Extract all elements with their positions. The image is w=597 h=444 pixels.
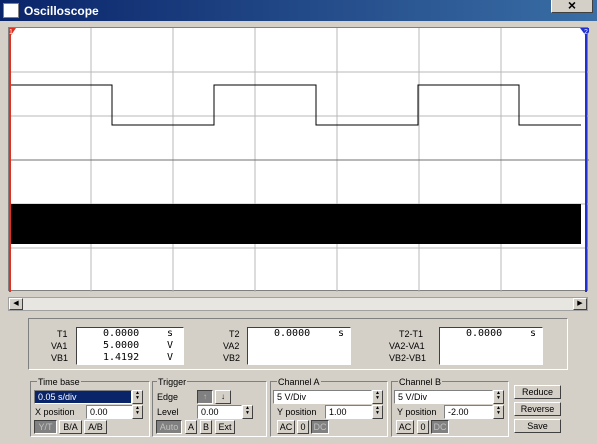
trigger-b-button[interactable]: B <box>200 420 212 434</box>
va2-va1-label: VA2-VA1 <box>389 341 425 351</box>
title-bar: Oscilloscope × <box>0 0 597 21</box>
channel-a-scale-field[interactable]: 5 V/Div <box>273 390 372 404</box>
t1-label: T1 <box>57 329 68 339</box>
scroll-left-icon[interactable]: ◀ <box>9 298 23 310</box>
waveform-display: 1 2 <box>9 28 589 292</box>
save-button[interactable]: Save <box>514 419 561 433</box>
t1-readout-box: 0.0000 5.0000 1.4192 s V V <box>76 327 184 365</box>
va1-label: VA1 <box>51 341 68 351</box>
t2-value: 0.0000 <box>274 328 311 339</box>
oscilloscope-screen[interactable]: 1 2 <box>8 27 589 292</box>
trigger-ext-button[interactable]: Ext <box>215 420 235 434</box>
channel-a-zero-button[interactable]: 0 <box>297 420 309 434</box>
vb1-unit: V <box>167 352 174 363</box>
level-field[interactable]: 0.00 <box>197 405 242 419</box>
channel-b-y-position-label: Y position <box>397 407 437 417</box>
channel-a-y-position-label: Y position <box>277 407 317 417</box>
mode-ba-button[interactable]: B/A <box>59 420 82 434</box>
channel-b-scale-field[interactable]: 5 V/Div <box>394 390 493 404</box>
channel-b-title: Channel B <box>398 377 443 387</box>
vb2-label: VB2 <box>223 353 241 363</box>
window-title: Oscilloscope <box>24 4 99 18</box>
channel-a-group: Channel A 5 V/Div ▲ ▼ Y position 1.00 ▲ ▼ … <box>270 377 388 437</box>
t2-label: T2 <box>229 329 240 339</box>
va1-value: 5.0000 <box>103 340 140 351</box>
delta-readout-box: 0.0000 s <box>439 327 543 365</box>
channel-b-y-position-spinner[interactable]: ▲ ▼ <box>493 405 504 419</box>
rising-edge-icon[interactable]: ↑ <box>197 390 213 404</box>
va1-unit: V <box>167 340 174 351</box>
reverse-button[interactable]: Reverse <box>514 402 561 416</box>
x-position-field[interactable]: 0.00 <box>86 405 133 419</box>
reduce-button[interactable]: Reduce <box>514 385 561 399</box>
channel-b-zero-button[interactable]: 0 <box>417 420 429 434</box>
t2-unit: s <box>338 328 345 339</box>
edge-label: Edge <box>157 392 179 402</box>
t2-t1-unit: s <box>530 328 537 339</box>
time-base-group: Time base 0.05 s/div ▲ ▼ X position 0.00 … <box>30 377 150 437</box>
channel-b-trace <box>10 204 581 244</box>
time-base-title: Time base <box>37 377 81 387</box>
trigger-a-button[interactable]: A <box>185 420 197 434</box>
trigger-title: Trigger <box>157 377 188 387</box>
cursor-t2-label: 2 <box>584 29 588 36</box>
falling-edge-icon[interactable]: ↓ <box>215 390 231 404</box>
mode-yt-button[interactable]: Y/T <box>34 420 57 434</box>
t1-value: 0.0000 <box>103 328 140 339</box>
cursor-readout-panel: T1 VA1 VB1 0.0000 5.0000 1.4192 s V V T2… <box>28 318 568 370</box>
channel-b-group: Channel B 5 V/Div ▲ ▼ Y position -2.00 ▲ ▼… <box>391 377 509 437</box>
channel-b-y-position-field[interactable]: -2.00 <box>444 405 493 419</box>
time-base-scale-field[interactable]: 0.05 s/div <box>34 390 132 404</box>
channel-a-title: Channel A <box>277 377 321 387</box>
trigger-group: Trigger Edge ↑ ↓ Level 0.00 ▲ ▼ Auto A B … <box>152 377 267 437</box>
t2-readout-box: 0.0000 s <box>247 327 351 365</box>
channel-a-dc-button[interactable]: DC <box>311 420 329 434</box>
trigger-auto-button[interactable]: Auto <box>156 420 182 434</box>
level-label: Level <box>157 407 179 417</box>
cursor-t1-label: 1 <box>9 29 13 36</box>
app-icon <box>3 3 19 18</box>
level-spinner[interactable]: ▲ ▼ <box>242 405 253 419</box>
channel-b-dc-button[interactable]: DC <box>431 420 449 434</box>
close-button[interactable]: × <box>551 0 593 13</box>
scroll-right-icon[interactable]: ▶ <box>573 298 587 310</box>
close-icon: × <box>567 0 577 13</box>
channel-a-trace <box>9 84 581 126</box>
channel-a-y-position-spinner[interactable]: ▲ ▼ <box>372 405 383 419</box>
t2-t1-value: 0.0000 <box>466 328 503 339</box>
channel-b-scale-spinner[interactable]: ▲ ▼ <box>493 390 504 404</box>
va2-label: VA2 <box>223 341 240 351</box>
channel-a-ac-button[interactable]: AC <box>277 420 295 434</box>
vb2-vb1-label: VB2-VB1 <box>389 353 427 363</box>
t1-unit: s <box>167 328 174 339</box>
channel-a-y-position-field[interactable]: 1.00 <box>325 405 372 419</box>
vb1-value: 1.4192 <box>103 352 140 363</box>
t2-t1-label: T2-T1 <box>399 329 424 339</box>
channel-b-ac-button[interactable]: AC <box>396 420 414 434</box>
horizontal-scrollbar[interactable]: ◀ ▶ <box>8 297 588 311</box>
time-base-spinner[interactable]: ▲ ▼ <box>132 390 143 404</box>
channel-a-scale-spinner[interactable]: ▲ ▼ <box>372 390 383 404</box>
mode-ab-button[interactable]: A/B <box>84 420 107 434</box>
x-position-spinner[interactable]: ▲ ▼ <box>132 405 143 419</box>
x-position-label: X position <box>35 407 75 417</box>
vb1-label: VB1 <box>51 353 69 363</box>
